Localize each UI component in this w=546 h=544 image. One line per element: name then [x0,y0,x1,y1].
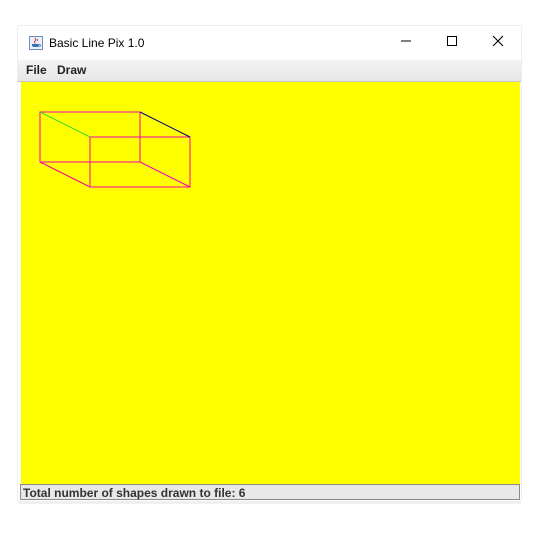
window-title: Basic Line Pix 1.0 [49,36,145,50]
status-bar: Total number of shapes drawn to file: 6 [20,484,520,500]
canvas-background [21,82,520,485]
menu-file[interactable]: File [24,62,49,78]
minimize-button[interactable] [383,26,429,60]
minimize-icon [400,34,412,52]
window-bottom-strip [18,502,521,504]
status-text: Total number of shapes drawn to file: 6 [23,486,246,500]
drawing-canvas[interactable] [21,82,520,485]
java-cup-icon [29,36,43,50]
canvas-svg [21,82,520,485]
app-window: Basic Line Pix 1.0 File Draw Total numbe… [18,26,521,501]
close-icon [492,34,504,52]
menu-bar: File Draw [18,60,521,82]
close-button[interactable] [475,26,521,60]
menu-draw[interactable]: Draw [55,62,88,78]
maximize-button[interactable] [429,26,475,60]
title-bar[interactable]: Basic Line Pix 1.0 [18,26,521,60]
maximize-icon [446,34,458,52]
